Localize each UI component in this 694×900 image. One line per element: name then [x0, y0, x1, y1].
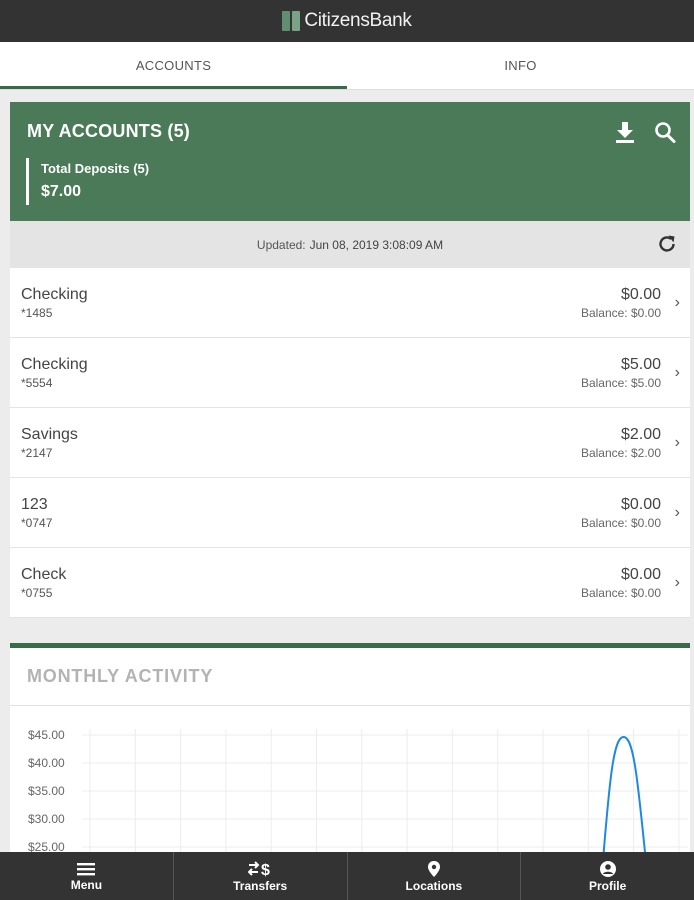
- accounts-actions: [614, 120, 676, 144]
- account-amount: $0.00: [620, 496, 661, 513]
- account-number: *0755: [21, 586, 53, 600]
- nav-locations-label: Locations: [405, 878, 463, 893]
- chart-y-tick-label: $30.00: [28, 812, 65, 826]
- chevron-right-icon: ›: [674, 434, 680, 451]
- nav-transfers-label: Transfers: [233, 878, 288, 893]
- accounts-title: MY ACCOUNTS (5): [27, 121, 191, 141]
- profile-icon: [599, 860, 616, 877]
- account-number: *1485: [21, 306, 53, 320]
- tab-accounts[interactable]: ACCOUNTS: [0, 42, 347, 89]
- account-row[interactable]: Checking *5554 $5.00 Balance: $5.00 ›: [10, 338, 690, 408]
- chart-series-line: [601, 735, 648, 868]
- chart-grid: [82, 729, 688, 868]
- account-balance: Balance: $0.00: [580, 516, 661, 530]
- nav-profile[interactable]: Profile: [520, 852, 694, 900]
- updated-label: Updated:: [256, 237, 306, 252]
- accounts-card: MY ACCOUNTS (5) Total Deposits (5) $7.00…: [10, 102, 690, 618]
- account-name: Savings: [21, 426, 78, 443]
- account-balance: Balance: $2.00: [580, 446, 661, 460]
- tab-bar: ACCOUNTS INFO: [0, 42, 694, 90]
- account-number: *5554: [21, 376, 53, 390]
- brand-logo: CitizensBank: [282, 10, 412, 32]
- accounts-card-header: MY ACCOUNTS (5) Total Deposits (5) $7.00: [10, 102, 690, 221]
- nav-locations[interactable]: Locations: [346, 852, 521, 900]
- svg-text:$: $: [261, 862, 270, 878]
- chevron-right-icon: ›: [674, 294, 680, 311]
- chevron-right-icon: ›: [674, 504, 680, 521]
- menu-icon: [77, 862, 96, 875]
- chart-y-tick-label: $40.00: [28, 756, 65, 770]
- account-row[interactable]: Checking *1485 $0.00 Balance: $0.00 ›: [10, 268, 690, 338]
- chevron-right-icon: ›: [674, 364, 680, 381]
- nav-menu[interactable]: Menu: [0, 852, 173, 900]
- account-amount: $2.00: [620, 426, 661, 443]
- search-icon[interactable]: [654, 120, 676, 144]
- nav-menu-label: Menu: [70, 877, 103, 892]
- account-number: *2147: [21, 446, 53, 460]
- total-deposits-label: Total Deposits (5): [41, 161, 150, 176]
- nav-transfers[interactable]: $ Transfers: [172, 852, 347, 900]
- account-balance: Balance: $0.00: [580, 586, 661, 600]
- account-row[interactable]: 123 *0747 $0.00 Balance: $0.00 ›: [10, 478, 690, 548]
- updated-bar: Updated: Jun 08, 2019 3:08:09 AM: [10, 221, 690, 268]
- chart-y-tick-label: $35.00: [28, 784, 65, 798]
- account-row[interactable]: Check *0755 $0.00 Balance: $0.00 ›: [10, 548, 690, 618]
- location-pin-icon: [427, 860, 440, 877]
- account-balance: Balance: $0.00: [580, 306, 661, 320]
- account-amount: $5.00: [620, 356, 661, 373]
- account-balance: Balance: $5.00: [580, 376, 661, 390]
- updated-time: Jun 08, 2019 3:08:09 AM: [309, 237, 444, 252]
- account-name: Checking: [21, 356, 88, 373]
- nav-profile-label: Profile: [588, 878, 627, 893]
- monthly-activity-card: MONTHLY ACTIVITY $45.00 $40.00 $35.00 $30.0…: [10, 643, 690, 868]
- download-icon[interactable]: [614, 120, 636, 144]
- account-name: Check: [21, 566, 67, 583]
- monthly-activity-chart: $45.00$40.00$35.00$30.00$25.00: [28, 728, 688, 868]
- account-amount: $0.00: [620, 566, 661, 583]
- chart-y-ticks: $45.00$40.00$35.00$30.00$25.00: [28, 728, 65, 854]
- app-header: CitizensBank: [0, 0, 694, 42]
- logo-icon: [282, 11, 301, 31]
- total-deposits-value: $7.00: [41, 183, 82, 200]
- account-name: Checking: [21, 286, 88, 303]
- account-number: *0747: [21, 516, 53, 530]
- tab-info[interactable]: INFO: [347, 42, 694, 89]
- total-deposits: Total Deposits (5) $7.00: [26, 158, 149, 205]
- account-row[interactable]: Savings *2147 $2.00 Balance: $2.00 ›: [10, 408, 690, 478]
- bottom-nav: Menu $ Transfers Locations Profile: [0, 852, 694, 900]
- chart-y-tick-label: $45.00: [28, 728, 65, 742]
- brand-name: CitizensBank: [304, 10, 412, 31]
- refresh-icon[interactable]: [656, 233, 678, 255]
- account-name: 123: [21, 496, 48, 513]
- transfers-icon: $: [248, 860, 270, 878]
- chevron-right-icon: ›: [674, 574, 680, 591]
- account-amount: $0.00: [620, 286, 661, 303]
- monthly-activity-title: MONTHLY ACTIVITY: [10, 648, 690, 706]
